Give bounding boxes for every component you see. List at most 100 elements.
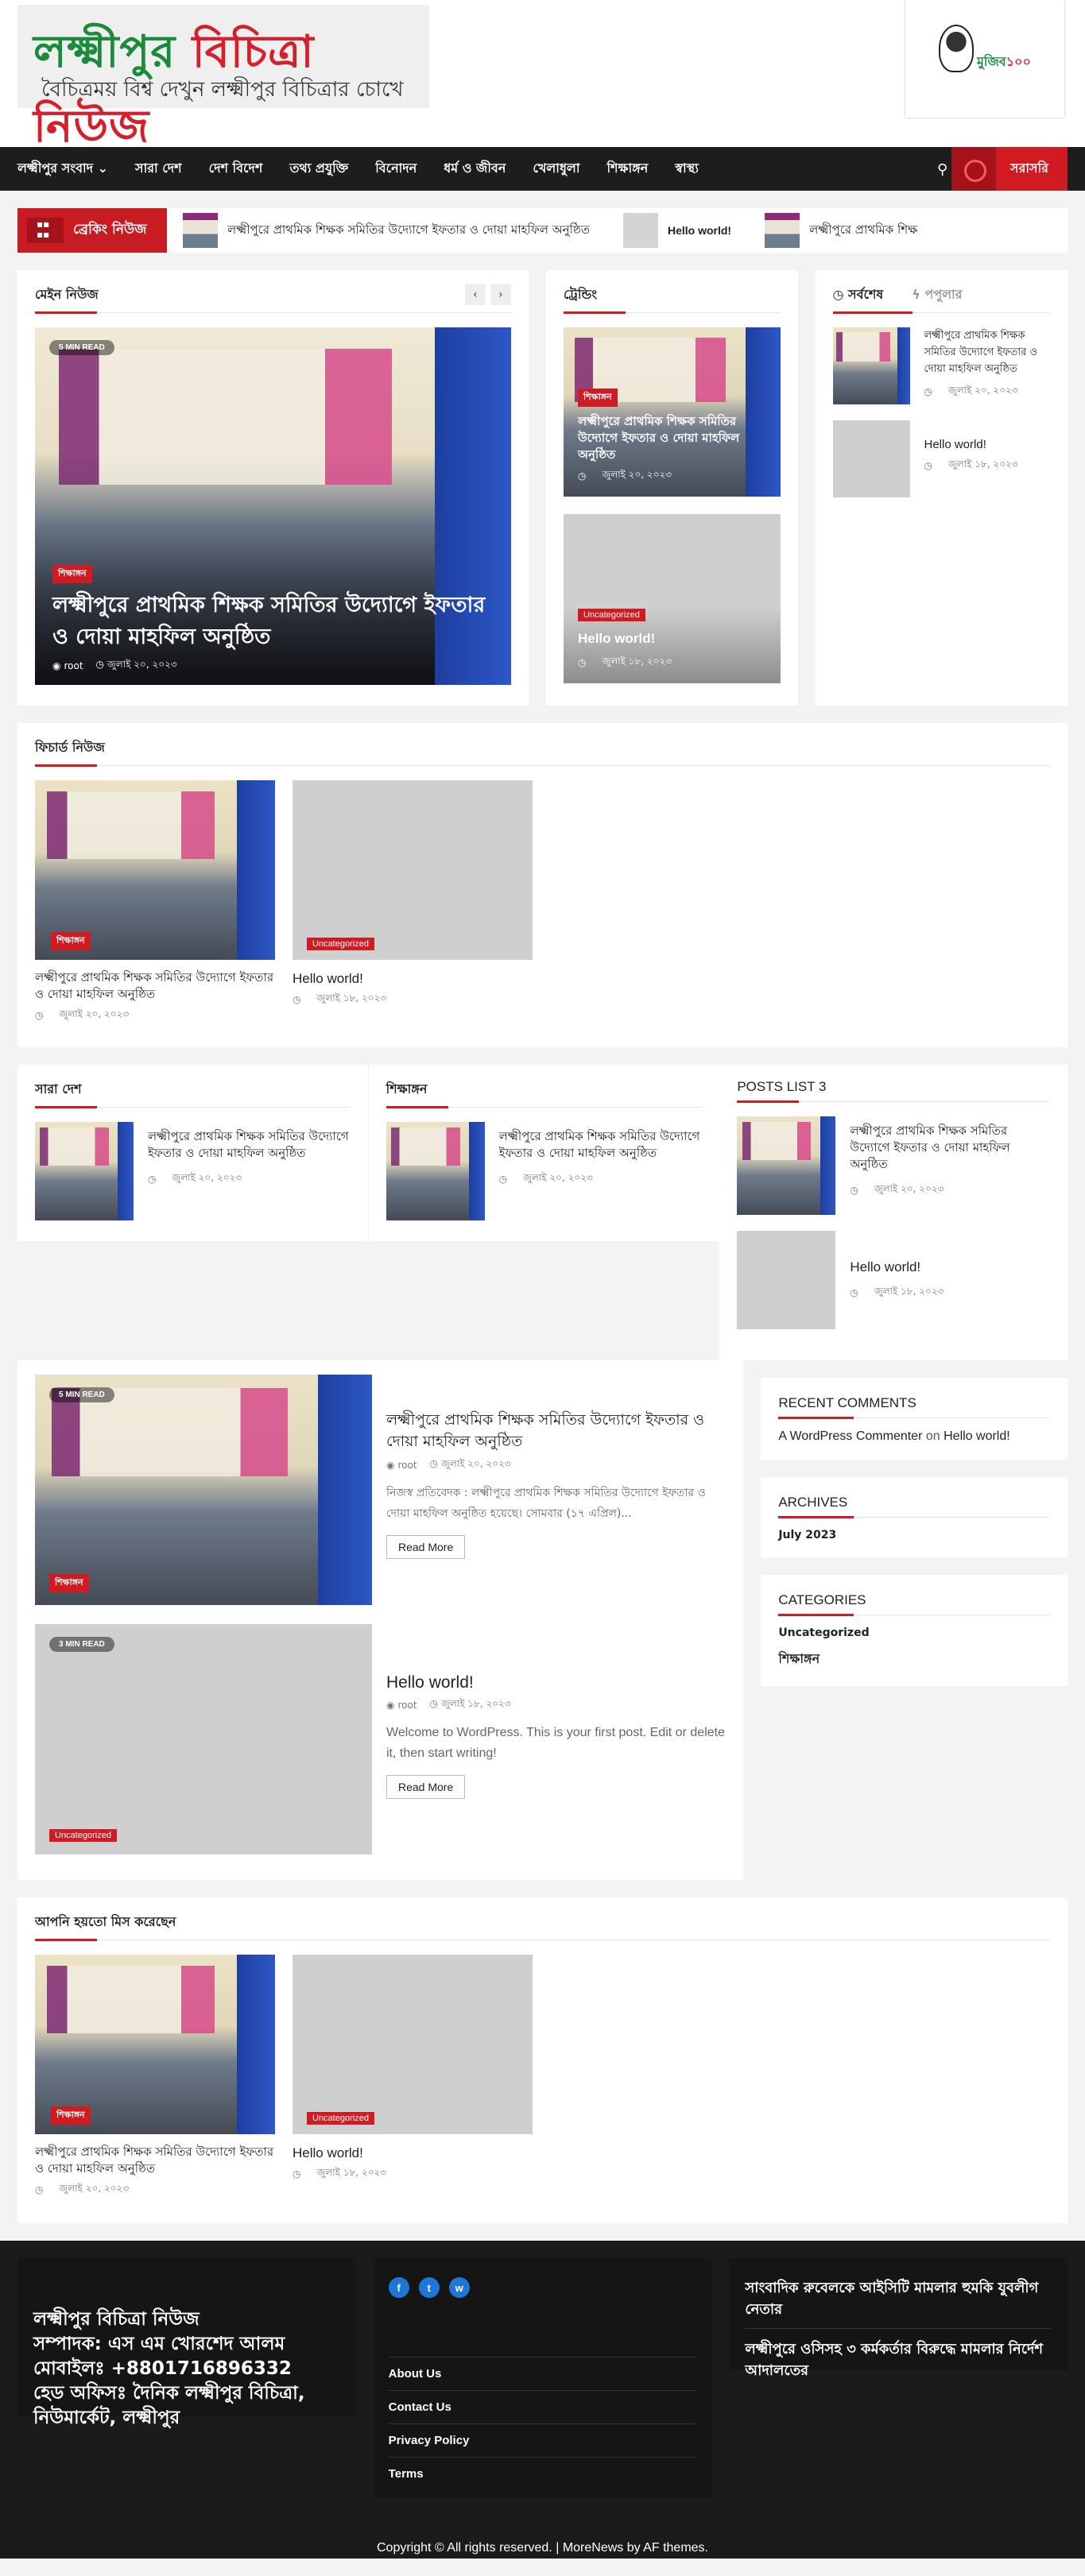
read-time-badge: 5 MIN READ [49,1387,114,1402]
post-title[interactable]: লক্ষ্মীপুরে প্রাথমিক শিক্ষক সমিতির উদ্যো… [924,330,1038,375]
archive-post: 5 MIN READ শিক্ষাঙ্গন লক্ষ্মীপুরে প্রাথম… [35,1375,726,1605]
post-author[interactable]: ◉ root [52,660,83,671]
post-date: ◷ জুলাই ১৮, ২০২৩ [430,1697,511,1713]
section-title: মেইন নিউজ [35,284,511,314]
post-thumbnail[interactable] [737,1231,836,1329]
footer-link-terms[interactable]: Terms [389,2458,696,2490]
trending-post[interactable]: Uncategorized Hello world! ◷ জুলাই ১৮, ২০… [563,514,781,683]
nav-item-sports[interactable]: খেলাধুলা [533,158,579,180]
post-thumbnail[interactable] [386,1122,485,1220]
post-author[interactable]: ◉ root [386,1460,417,1471]
footer-news-item[interactable]: সাংবাদিক রুবেলকে আইসিটি মামলার হুমকি যুব… [745,2277,1052,2329]
post-title[interactable]: লক্ষ্মীপুরে প্রাথমিক শিক্ষক সমিতির উদ্যো… [148,1129,349,1160]
facebook-icon[interactable]: f [388,2277,409,2298]
tab-label: সর্বশেষ [848,287,884,302]
post-date: ◷ জুলাই ২০, ২০২৩ [578,468,771,484]
read-more-button[interactable]: Read More [386,1535,466,1559]
trending-headline[interactable]: লক্ষ্মীপুরে প্রাথমিক শিক্ষক সমিতির উদ্যো… [578,413,771,463]
nav-item-international[interactable]: দেশ বিদেশ [209,158,263,180]
post-title[interactable]: লক্ষ্মীপুরে প্রাথমিক শিক্ষক সমিতির উদ্যো… [499,1129,700,1160]
author-name: root [64,660,83,671]
post-title[interactable]: লক্ষ্মীপুরে প্রাথমিক শিক্ষক সমিতির উদ্যো… [35,969,275,1003]
section-title: POSTS LIST 3 [737,1079,1051,1103]
category-badge[interactable]: Uncategorized [307,2112,374,2125]
nav-item-lakshmipur-news[interactable]: লক্ষ্মীপুর সংবাদ ⌄ [17,158,108,180]
site-logo[interactable]: লক্ষ্মীপুর বিচিত্রা নিউজ বৈচিত্রময় বিশ্… [17,5,429,153]
chevron-right-icon[interactable]: › [490,284,511,305]
read-time-badge: 3 MIN READ [49,1637,114,1652]
live-button[interactable]: সরাসরি [951,147,1068,191]
nav-item-religion[interactable]: ধর্ম ও জীবন [444,158,506,180]
category-badge[interactable]: শিক্ষাঙ্গন [52,565,92,583]
comment-post-link[interactable]: Hello world! [944,1429,1010,1443]
post-thumbnail[interactable]: Uncategorized [293,1955,533,2134]
footer-link-about[interactable]: About Us [388,2357,696,2391]
comment-author-link[interactable]: A WordPress Commenter [778,1429,922,1443]
category-badge[interactable]: Uncategorized [49,1829,117,1842]
category-link[interactable]: শিক্ষাঙ্গন [778,1649,1050,1670]
nav-item-technology[interactable]: তথ্য প্রযুক্তি [289,158,348,180]
main-news-slide[interactable]: 5 MIN READ শিক্ষাঙ্গন লক্ষ্মীপুরে প্রাথম… [35,327,511,685]
slide-headline[interactable]: লক্ষ্মীপুরে প্রাথমিক শিক্ষক সমিতির উদ্যো… [52,590,494,653]
social-links: f t w [388,2277,696,2298]
read-more-button[interactable]: Read More [386,1775,466,1799]
ticker-item[interactable]: লক্ষ্মীপুরে প্রাথমিক শিক্ষক সমিতির উদ্যো… [183,213,590,248]
post-title[interactable]: লক্ষ্মীপুরে প্রাথমিক শিক্ষক সমিতির উদ্যো… [386,1411,704,1450]
post-title[interactable]: Hello world! [924,438,986,451]
post-date: ◷ জুলাই ২০, ২০২৩ [924,384,1051,400]
post-title[interactable]: Hello world! [850,1259,920,1274]
category-badge[interactable]: Uncategorized [577,609,645,621]
footer-menu: About Us Contact Us Privacy Policy Terms [388,2357,696,2490]
post-thumbnail[interactable] [832,327,910,404]
post-thumbnail[interactable] [737,1116,836,1215]
category-badge[interactable]: শিক্ষাঙ্গন [577,389,618,407]
date-text: জুলাই ১৮, ২০২৩ [602,656,672,667]
archive-post: 3 MIN READ Uncategorized Hello world! ◉ r… [35,1624,726,1855]
nav-item-country[interactable]: সারা দেশ [135,158,182,180]
post-thumbnail[interactable]: 5 MIN READ শিক্ষাঙ্গন [35,1375,372,1605]
post-date: ◷ জুলাই ১৮, ২০২৩ [293,2166,533,2182]
archive-link[interactable]: July 2023 [778,1529,1050,1541]
nav-item-health[interactable]: স্বাস্থ্য [675,158,699,180]
post-title[interactable]: Hello world! [293,2145,533,2161]
post-title[interactable]: লক্ষ্মীপুরে প্রাথমিক শিক্ষক সমিতির উদ্যো… [35,2144,275,2177]
post-thumbnail[interactable]: 3 MIN READ Uncategorized [35,1624,372,1855]
post-thumbnail[interactable] [832,420,910,497]
trending-headline[interactable]: Hello world! [578,628,771,650]
trending-post[interactable]: শিক্ষাঙ্গন লক্ষ্মীপুরে প্রাথমিক শিক্ষক স… [563,327,781,497]
categories-widget: CATEGORIES Uncategorized শিক্ষাঙ্গন [761,1575,1068,1686]
nav-item-entertainment[interactable]: বিনোদন [375,158,417,180]
post-title[interactable]: লক্ষ্মীপুরে প্রাথমিক শিক্ষক সমিতির উদ্যো… [850,1124,1009,1171]
clock-icon: ◷ [148,1174,157,1185]
wordpress-icon[interactable]: w [448,2277,470,2298]
footer-link-contact[interactable]: Contact Us [388,2391,696,2424]
post-thumbnail[interactable]: শিক্ষাঙ্গন [35,1955,275,2134]
category-badge[interactable]: শিক্ষাঙ্গন [49,1574,89,1592]
nav-item-education[interactable]: শিক্ষাঙ্গন [606,158,648,180]
date-text: জুলাই ১৮, ২০২৩ [874,1286,944,1297]
footer-news-item[interactable]: লক্ষ্মীপুরে ওসিসহ ৩ কর্মকর্তার বিরুদ্ধে … [745,2338,1052,2381]
category-badge[interactable]: Uncategorized [307,938,374,950]
footer-link-privacy[interactable]: Privacy Policy [388,2424,696,2458]
post-thumbnail[interactable]: শিক্ষাঙ্গন [35,780,275,960]
twitter-icon[interactable]: t [418,2277,440,2298]
post-author[interactable]: ◉ root [386,1700,417,1711]
ticker-thumbnail [622,213,658,248]
tab-latest[interactable]: ◷ সর্বশেষ [833,284,884,306]
post-thumbnail[interactable]: Uncategorized [293,780,533,960]
posts-list-3-section: POSTS LIST 3 লক্ষ্মীপুরে প্রাথমিক শিক্ষক… [719,1065,1068,1360]
post-title[interactable]: Hello world! [293,971,533,987]
category-link[interactable]: Uncategorized [778,1626,1050,1639]
footer-address-1: হেড অফিসঃ দৈনিক লক্ষ্মীপুর বিচিত্রা, [33,2383,305,2404]
post-title[interactable]: Hello world! [386,1673,474,1692]
ticker-item[interactable]: Hello world! [622,213,731,248]
post-thumbnail[interactable] [35,1122,134,1220]
search-icon[interactable]: ⚲ [937,161,953,178]
chevron-left-icon[interactable]: ‹ [464,284,486,305]
category-badge[interactable]: শিক্ষাঙ্গন [51,932,91,950]
tab-popular[interactable]: ϟ পপুলার [912,284,962,306]
category-badge[interactable]: শিক্ষাঙ্গন [51,2106,91,2125]
ticker-item[interactable]: লক্ষ্মীপুরে প্রাথমিক শিক্ষ [765,213,917,248]
ad-text-part-2: ১০০ [1006,54,1031,69]
header-ad-banner[interactable]: মুজিব১০০ [905,0,1064,118]
